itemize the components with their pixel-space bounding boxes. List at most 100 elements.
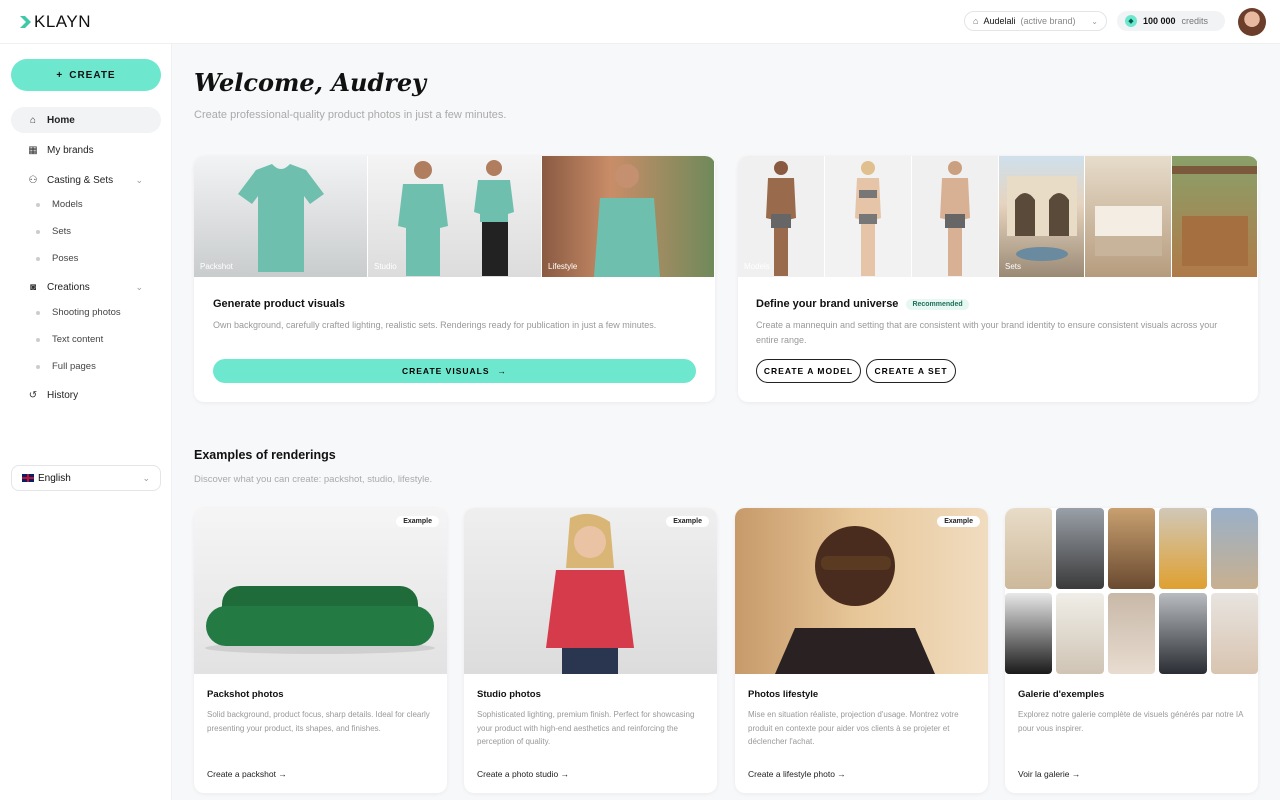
example-badge: Example [396,516,439,527]
logo[interactable]: KLAYN [20,12,91,32]
example-badge: Example [666,516,709,527]
card-title: Generate product visuals [213,298,346,310]
sidebar-subitem-label: Text content [52,334,104,345]
create-model-button[interactable]: CREATE A MODEL [756,359,861,383]
create-button[interactable]: + CREATE [11,59,161,91]
tshirt-image [238,164,324,272]
history-icon: ↺ [28,389,38,401]
sidebar-item-label: Creations [47,281,90,293]
studio-thumb: Studio [368,156,542,277]
example-badge: Example [937,516,980,527]
sidebar-item-brands[interactable]: ▦ My brands [11,137,161,163]
sidebar-subitem-label: Poses [52,253,79,264]
example-card-studio[interactable]: Example Studio photos Sophisticated ligh… [464,508,717,793]
create-packshot-link[interactable]: Create a packshot → [207,769,287,779]
set-thumb [1085,156,1172,277]
language-selector[interactable]: English ⌄ [11,465,161,491]
sidebar-subitem-label: Shooting photos [52,307,121,318]
logo-mark-icon [20,16,31,28]
model-thumb: Models [738,156,825,277]
example-card-packshot[interactable]: Example Packshot photos Solid background… [194,508,447,793]
sidebar-item-home[interactable]: ⌂ Home [11,107,161,133]
page-title: Welcome, Audrey [194,68,427,97]
sidebar-item-history[interactable]: ↺ History [11,382,161,408]
language-label: English [38,472,71,484]
example-title: Packshot photos [207,689,284,700]
lifestyle-man-image [775,526,935,674]
sidebar-subitem-shooting[interactable]: Shooting photos [36,307,121,318]
chevron-down-icon: ⌄ [135,281,143,292]
example-title: Studio photos [477,689,541,700]
store-icon: ⌂ [973,16,979,26]
gallery-thumb [1159,593,1207,674]
example-title: Galerie d'exemples [1018,689,1105,700]
brand-selector[interactable]: ⌂ Audelali (active brand) ⌄ [964,11,1107,31]
sidebar-item-label: History [47,389,79,401]
create-set-button[interactable]: CREATE A SET [866,359,956,383]
credits-badge[interactable]: ◆ 100 000 credits [1117,11,1225,31]
sidebar-item-creations[interactable]: ◙ Creations ⌄ [11,274,161,300]
courtyard-set-image [1007,176,1077,261]
bullet-icon [36,229,40,234]
home-icon: ⌂ [29,114,37,126]
lifestyle-thumb: Lifestyle [542,156,715,277]
set-thumb: Sets [999,156,1085,277]
model-thumb [912,156,999,277]
recommended-badge: Recommended [906,299,969,310]
thumb-label: Packshot [200,262,233,271]
top-bar: KLAYN ⌂ Audelali (active brand) ⌄ ◆ 100 … [0,0,1280,44]
universe-preview-strip: Models Sets [738,156,1258,277]
example-card-lifestyle[interactable]: Example Photos lifestyle Mise en situati… [735,508,988,793]
gallery-thumb [1210,508,1258,589]
bullet-icon [36,310,40,315]
sidebar: + CREATE ⌂ Home ▦ My brands ⚇ Casting & … [0,44,172,800]
plus-icon: + [56,69,64,81]
view-gallery-link[interactable]: Voir la galerie → [1018,769,1080,779]
create-studio-link[interactable]: Create a photo studio → [477,769,569,779]
gallery-thumb [1107,508,1156,589]
sidebar-subitem-text[interactable]: Text content [36,334,103,345]
brand-name: Audelali [983,16,1016,26]
users-icon: ⚇ [28,174,38,186]
coin-icon: ◆ [1125,15,1137,27]
gallery-thumb [1159,508,1207,589]
sidebar-subitem-pages[interactable]: Full pages [36,361,96,372]
credits-value: 100 000 [1143,16,1176,26]
sidebar-subitem-models[interactable]: Models [36,199,83,210]
female-model-image [855,161,881,276]
packshot-example-image: Example [194,508,447,674]
gallery-grid [1005,508,1258,674]
thumb-label: Models [744,262,770,271]
bullet-icon [36,364,40,369]
logo-text: KLAYN [34,12,91,31]
brand-suffix: (active brand) [1020,16,1076,26]
example-title: Photos lifestyle [748,689,819,700]
chevron-down-icon: ⌄ [135,174,143,185]
sidebar-item-casting[interactable]: ⚇ Casting & Sets ⌄ [11,167,161,193]
sidebar-subitem-sets[interactable]: Sets [36,226,71,237]
bullet-icon [36,337,40,342]
thumb-label: Studio [374,262,397,271]
create-visuals-button[interactable]: CREATE VISUALS → [213,359,696,383]
thumb-label: Sets [1005,262,1022,271]
create-lifestyle-link[interactable]: Create a lifestyle photo → [748,769,846,779]
sidebar-subitem-label: Models [52,199,83,210]
sidebar-item-label: Home [47,114,75,126]
credits-label: credits [1181,16,1209,26]
green-sofa-image [205,586,435,654]
studio-woman-image [546,513,634,674]
set-thumb [1172,156,1258,277]
male-model-image [766,161,796,276]
lifestyle-example-image: Example [735,508,988,674]
sidebar-subitem-poses[interactable]: Poses [36,253,78,264]
gallery-thumb [1005,508,1053,589]
chevron-down-icon: ⌄ [142,472,150,483]
example-card-gallery[interactable]: Galerie d'exemples Explorez notre galeri… [1005,508,1258,793]
bullet-icon [36,202,40,207]
chevron-down-icon: ⌄ [1091,16,1098,26]
sidebar-item-label: My brands [47,144,94,156]
gallery-thumb [1005,593,1053,674]
gallery-thumb [1056,593,1104,674]
visuals-preview-strip: Packshot Studio Lifestyle [194,156,715,277]
avatar[interactable] [1238,8,1266,36]
